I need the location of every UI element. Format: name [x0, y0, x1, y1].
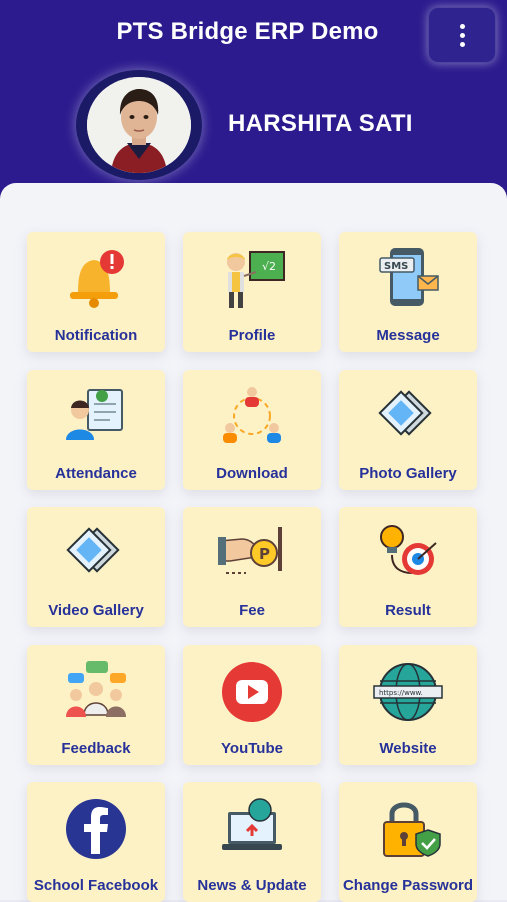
svg-text:√2: √2 — [262, 260, 276, 273]
people-exchange-icon — [223, 387, 281, 443]
tile-label: Profile — [228, 327, 276, 344]
target-bulb-icon — [380, 525, 437, 575]
sms-phone-icon: SMS — [379, 248, 439, 306]
tile-youtube[interactable]: YouTube — [183, 645, 321, 765]
tile-news-update[interactable]: News & Update — [183, 782, 321, 902]
tile-change-password[interactable]: Change Password — [339, 782, 477, 902]
tile-label: Change Password — [342, 877, 474, 894]
tile-notification[interactable]: Notification — [27, 232, 165, 352]
tile-label: Video Gallery — [48, 602, 144, 619]
tile-video-gallery[interactable]: Video Gallery — [27, 507, 165, 627]
tile-label: Photo Gallery — [359, 465, 457, 482]
tile-label: Notification — [54, 327, 138, 344]
tile-result[interactable]: Result — [339, 507, 477, 627]
overflow-menu-button[interactable] — [428, 7, 496, 63]
tile-school-facebook[interactable]: School Facebook — [27, 782, 165, 902]
user-name: HARSHITA SATI — [228, 110, 413, 137]
tile-label: Result — [385, 602, 431, 619]
bell-alert-icon — [70, 250, 124, 308]
tile-label: Feedback — [61, 740, 131, 757]
tile-label: News & Update — [197, 877, 307, 894]
tile-label: Fee — [239, 602, 265, 619]
tile-label: Download — [216, 465, 288, 482]
profile-photo — [87, 77, 191, 173]
tile-label: Attendance — [55, 465, 137, 482]
coin-hand-icon: P — [218, 527, 282, 574]
tile-label: Website — [379, 740, 437, 757]
tile-profile[interactable]: √2 Profile — [183, 232, 321, 352]
tile-label: YouTube — [221, 740, 283, 757]
more-vertical-icon — [459, 23, 465, 47]
tile-feedback[interactable]: Feedback — [27, 645, 165, 765]
teacher-board-icon: √2 — [227, 251, 285, 308]
youtube-icon — [222, 662, 282, 722]
svg-text:SMS: SMS — [384, 261, 408, 272]
tile-website[interactable]: https://www. Website — [339, 645, 477, 765]
avatar[interactable] — [76, 70, 202, 180]
facebook-icon — [66, 799, 126, 859]
tile-fee[interactable]: P Fee — [183, 507, 321, 627]
tile-label: School Facebook — [33, 877, 159, 894]
svg-text:P: P — [259, 545, 270, 563]
laptop-globe-icon — [222, 798, 282, 850]
dashboard-panel: Notification √2 Profile SMS Message Atte… — [0, 183, 507, 902]
tile-download[interactable]: Download — [183, 370, 321, 490]
tile-label: Message — [376, 327, 440, 344]
feedback-group-icon — [66, 661, 126, 717]
photos-icon — [378, 390, 432, 436]
globe-web-icon: https://www. — [373, 663, 443, 721]
svg-text:https://www.: https://www. — [379, 689, 423, 697]
tile-attendance[interactable]: Attendance — [27, 370, 165, 490]
padlock-shield-icon — [383, 802, 441, 857]
tile-message[interactable]: SMS Message — [339, 232, 477, 352]
attendance-clipboard-icon — [66, 389, 123, 440]
video-photos-icon — [66, 527, 120, 573]
tile-photo-gallery[interactable]: Photo Gallery — [339, 370, 477, 490]
